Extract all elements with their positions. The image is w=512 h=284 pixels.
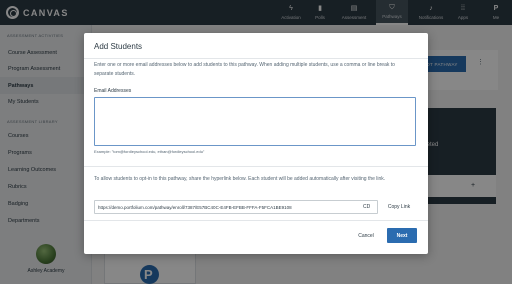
next-button[interactable]: Next [387, 228, 417, 243]
enroll-link-url: https://demo.portfolium.com/pathway/enro… [98, 204, 292, 210]
email-addresses-input[interactable] [94, 97, 416, 146]
copy-icon[interactable]: CD [363, 204, 370, 210]
modal-divider [84, 58, 428, 59]
modal-divider [84, 166, 428, 167]
email-addresses-label: Email Addresses [94, 88, 132, 94]
add-students-modal: Add Students Enter one or more email add… [84, 33, 428, 254]
cancel-button[interactable]: Cancel [348, 228, 384, 243]
modal-title: Add Students [94, 42, 143, 51]
opt-in-instructions: To allow students to opt-in to this path… [94, 176, 386, 182]
modal-divider [84, 220, 428, 221]
modal-intro-text: Enter one or more email addresses below … [94, 62, 395, 77]
enroll-link-field[interactable]: https://demo.portfolium.com/pathway/enro… [94, 200, 378, 214]
copy-link-button[interactable]: Copy Link [382, 200, 416, 214]
email-example-hint: Example: "tom@fordleyschool.edu, ethan@f… [94, 149, 205, 154]
